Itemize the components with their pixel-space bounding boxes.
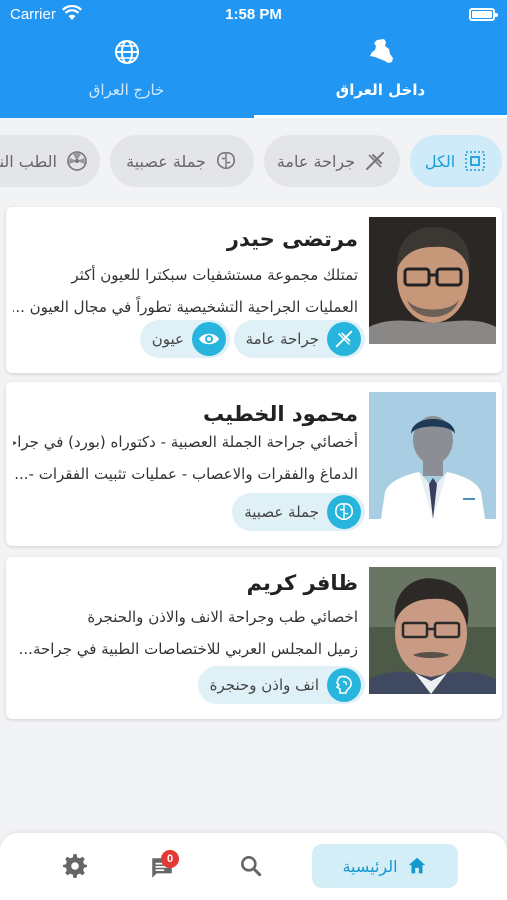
doctor-description-line: زميل المجلس العربي للاختصاصات الطبية في …	[18, 640, 358, 658]
battery-icon	[469, 8, 498, 21]
specialty-tag[interactable]: انف واذن وحنجرة	[197, 666, 365, 704]
doctor-name: محمود الخطيب	[203, 402, 358, 426]
home-button[interactable]: الرئيسية	[312, 844, 458, 888]
home-label: الرئيسية	[342, 856, 398, 876]
doctor-description: أخصائي جراحة الجملة العصبية - دكتوراه (ب…	[13, 426, 358, 490]
brain-icon	[216, 152, 235, 170]
doctor-name: مرتضى حيدر	[226, 227, 358, 251]
region-tabs: خارج العراق داخل العراق	[0, 30, 507, 118]
doctor-photo	[369, 567, 496, 694]
specialty-tag[interactable]: جراحة عامة	[233, 320, 365, 358]
notification-badge: 0	[161, 850, 179, 868]
chip-all-label: الكل	[424, 151, 456, 171]
chip-nuclear-medicine[interactable]: الطب النووي	[0, 135, 100, 187]
specialty-tag-label: جملة عصبية	[244, 503, 319, 521]
chip-all[interactable]: الكل	[410, 135, 502, 187]
specialty-tag-label: عيون	[151, 330, 184, 348]
specialty-tag-label: جراحة عامة	[245, 330, 319, 348]
status-time: 1:58 PM	[225, 6, 282, 23]
grid-icon	[465, 151, 485, 171]
doctor-name: ظافر كريم	[246, 571, 358, 595]
category-filter: الكل جراحة عامة جملة عصبية الطب النووي	[0, 135, 507, 187]
eye-icon	[192, 322, 226, 356]
tab-inside-iraq[interactable]: داخل العراق	[254, 30, 507, 118]
bottom-navigation: الرئيسية 0	[0, 833, 507, 900]
globe-icon	[114, 40, 139, 64]
ent-icon	[327, 668, 361, 702]
search-icon[interactable]	[238, 853, 264, 879]
doctor-description-line: اخصائي طب وجراحة الانف والاذن والحنجرة	[87, 608, 358, 626]
iraq-map-icon	[369, 39, 393, 63]
tab-outside-label: خارج العراق	[88, 81, 165, 99]
chip-general-surgery-label: جراحة عامة	[276, 151, 356, 171]
tab-outside-iraq[interactable]: خارج العراق	[0, 30, 253, 118]
doctor-description-line: الدماغ والفقرات والاعصاب - عمليات تثبيت …	[14, 465, 358, 483]
doctor-photo	[369, 217, 496, 344]
app-header: Carrier 1:58 PM خارج العراق داخل العراق	[0, 0, 507, 118]
status-bar: Carrier 1:58 PM	[0, 0, 507, 28]
doctor-description-line: أخصائي جراحة الجملة العصبية - دكتوراه (ب…	[13, 433, 358, 451]
specialty-tag-label: انف واذن وحنجرة	[209, 676, 319, 694]
specialty-tag[interactable]: جملة عصبية	[232, 493, 365, 531]
doctor-description: تمتلك مجموعة مستشفيات سبكترا للعيون أكثر…	[13, 259, 358, 323]
doctor-description-line: تمتلك مجموعة مستشفيات سبكترا للعيون أكثر	[71, 266, 358, 284]
chip-nuclear-medicine-label: الطب النووي	[0, 151, 57, 171]
scalpel-icon	[327, 322, 361, 356]
active-tab-indicator	[254, 115, 507, 118]
chip-general-surgery[interactable]: جراحة عامة	[264, 135, 400, 187]
doctor-card[interactable]: مرتضى حيدر تمتلك مجموعة مستشفيات سبكترا …	[6, 207, 502, 373]
doctor-card[interactable]: محمود الخطيب أخصائي جراحة الجملة العصبية…	[6, 382, 502, 546]
tab-inside-label: داخل العراق	[335, 81, 426, 99]
doctor-card[interactable]: ظافر كريم اخصائي طب وجراحة الانف والاذن …	[6, 557, 502, 719]
home-icon	[408, 857, 425, 874]
specialty-tag[interactable]: عيون	[139, 320, 230, 358]
chip-neurology-label: جملة عصبية	[126, 151, 206, 171]
doctor-description: اخصائي طب وجراحة الانف والاذن والحنجرة ز…	[13, 601, 358, 665]
doctor-description-line: العمليات الجراحية التشخيصية تطوراً في مج…	[13, 298, 358, 316]
radiation-icon	[67, 151, 87, 171]
doctor-photo	[369, 392, 496, 519]
brain-icon	[327, 495, 361, 529]
gear-icon[interactable]	[62, 853, 88, 879]
scalpel-icon	[366, 152, 385, 170]
chip-neurology[interactable]: جملة عصبية	[110, 135, 254, 187]
